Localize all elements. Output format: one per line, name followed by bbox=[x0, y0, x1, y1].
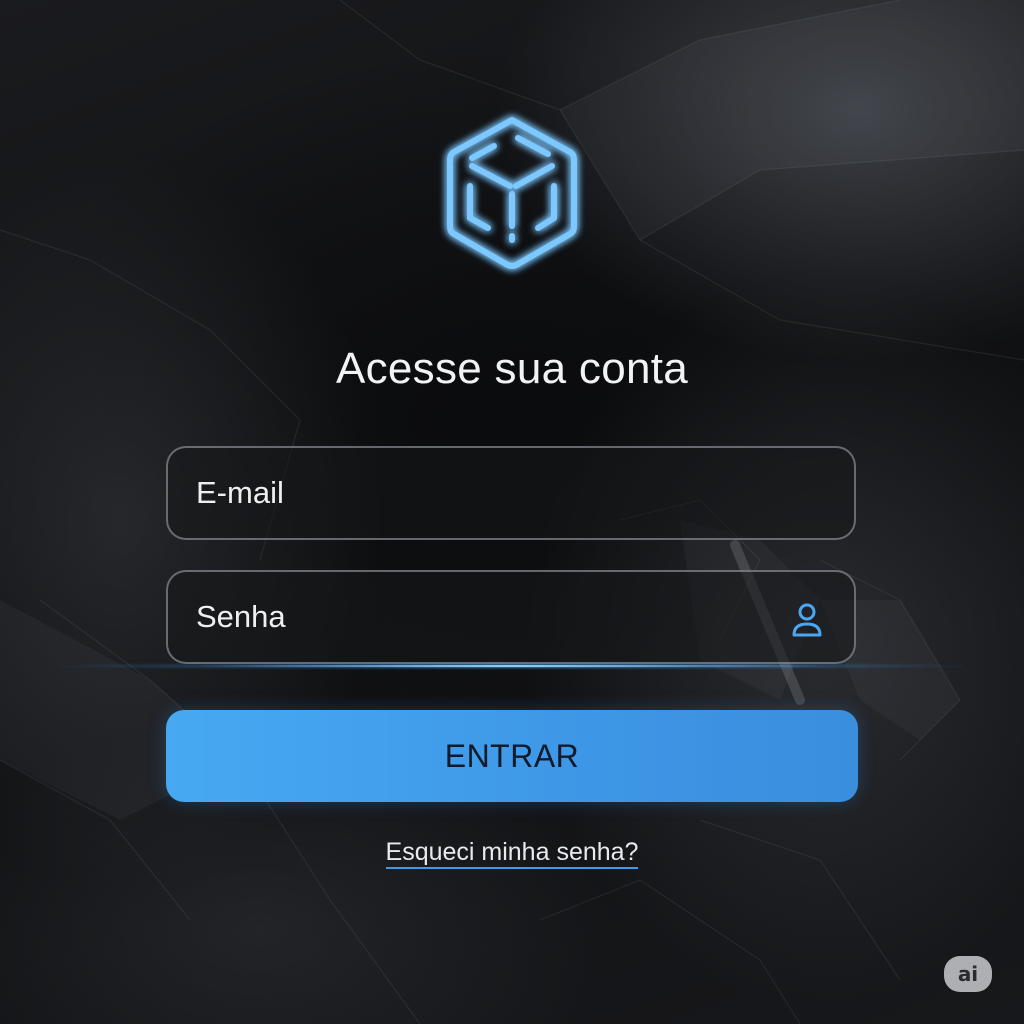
email-field[interactable] bbox=[196, 448, 786, 538]
cube-icon bbox=[447, 117, 577, 269]
password-field-container[interactable] bbox=[166, 570, 856, 664]
ai-badge: ai bbox=[944, 956, 992, 992]
login-screen: Acesse sua conta ENTRAR Esqueci minha se… bbox=[0, 0, 1024, 1024]
page-title: Acesse sua conta bbox=[335, 344, 689, 393]
forgot-password-container: Esqueci minha senha? bbox=[0, 838, 1024, 869]
forgot-password-link[interactable]: Esqueci minha senha? bbox=[385, 838, 639, 869]
user-icon bbox=[792, 603, 822, 637]
glow-divider-core bbox=[200, 665, 824, 667]
password-field[interactable] bbox=[196, 572, 786, 662]
login-button[interactable]: ENTRAR bbox=[166, 710, 858, 802]
email-field-container[interactable] bbox=[166, 446, 856, 540]
